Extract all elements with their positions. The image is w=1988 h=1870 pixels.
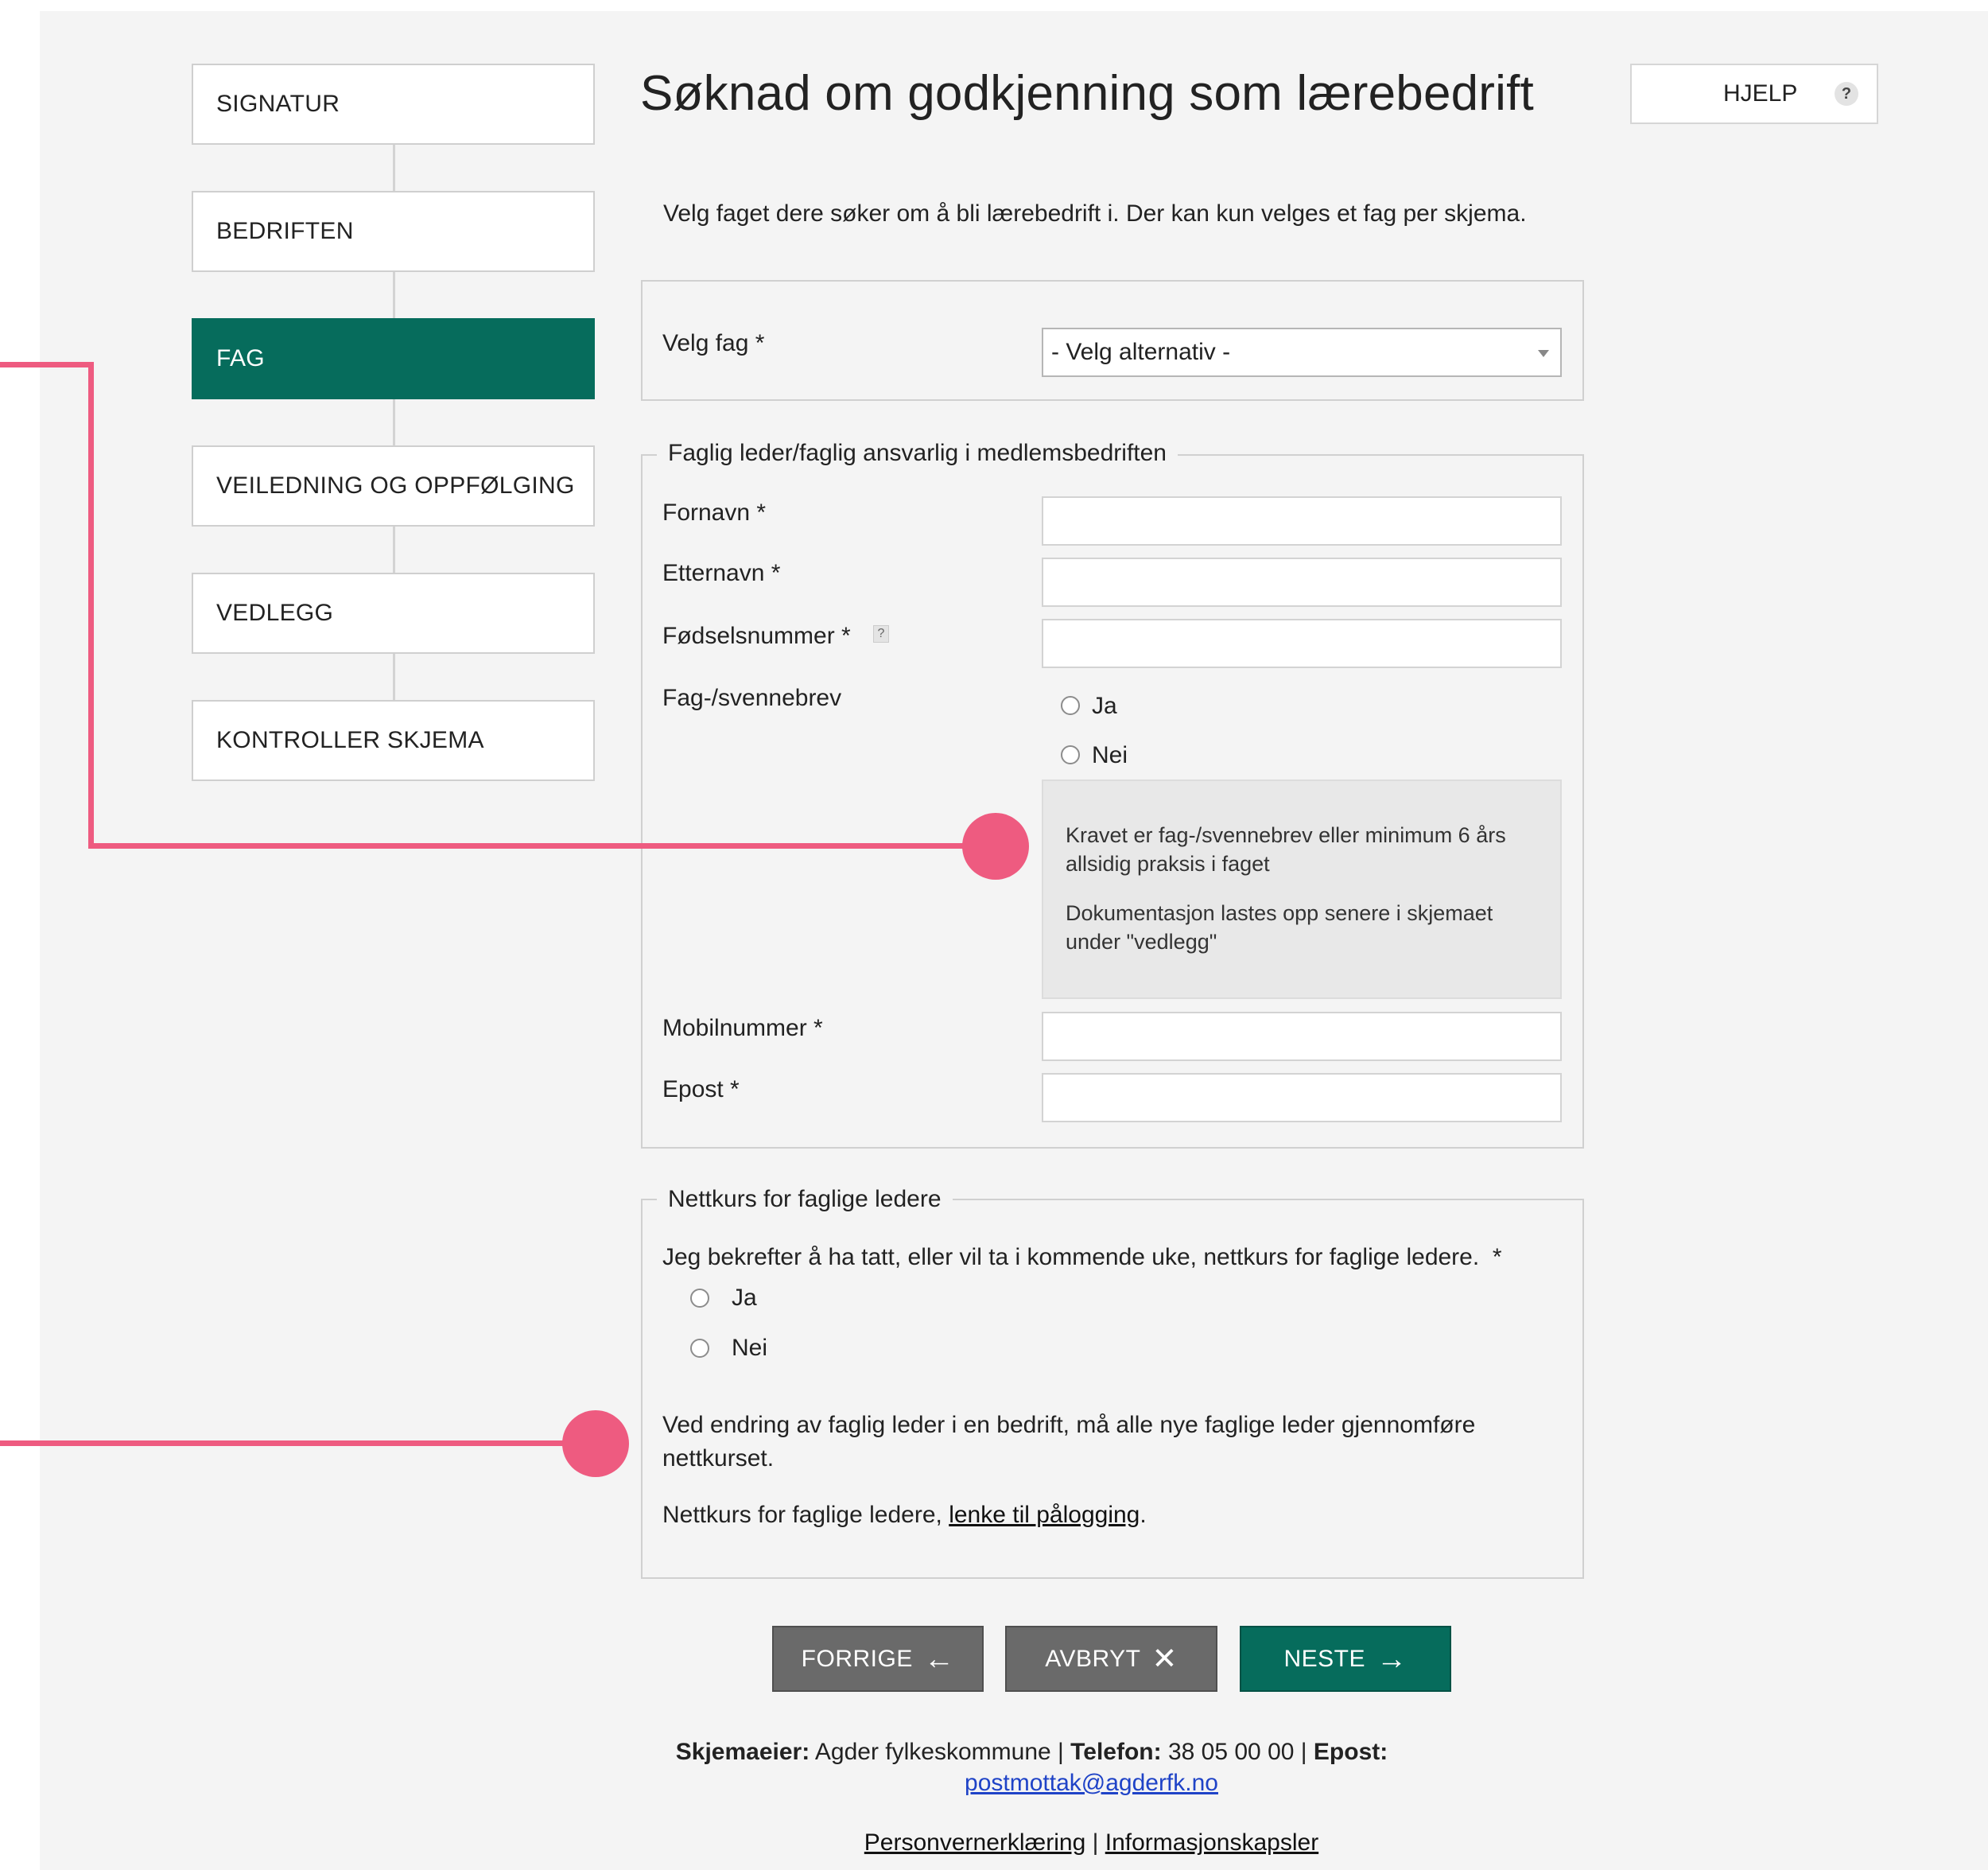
footer-phone-value: 38 05 00 00: [1167, 1739, 1295, 1765]
course-radio-ja[interactable]: [690, 1289, 709, 1308]
course-link-suffix: .: [1140, 1502, 1147, 1528]
step-connector: [393, 527, 395, 573]
course-radio-nei[interactable]: [690, 1339, 709, 1358]
question-icon: ?: [1835, 82, 1858, 106]
epost-label: Epost *: [662, 1076, 740, 1102]
fag-select-value: - Velg alternativ -: [1051, 339, 1231, 365]
fag-select[interactable]: - Velg alternativ -: [1042, 328, 1562, 377]
step-fag[interactable]: FAG: [192, 318, 595, 399]
fodselsnummer-field[interactable]: [1042, 619, 1562, 668]
page-title: Søknad om godkjenning som lærebedrift: [640, 66, 1534, 121]
fornavn-label: Fornavn *: [662, 500, 767, 526]
next-button-label: NESTE: [1283, 1645, 1366, 1672]
privacy-link[interactable]: Personvernerklæring: [864, 1829, 1085, 1856]
mobil-field[interactable]: [1042, 1012, 1562, 1061]
step-bedriften[interactable]: BEDRIFTEN: [192, 191, 595, 272]
arrow-right-icon: →: [1376, 1642, 1408, 1676]
footer-owner-value: Agder fylkeskommune: [814, 1739, 1051, 1765]
annotation-marker: [562, 1410, 629, 1477]
previous-button-label: FORRIGE: [801, 1645, 913, 1672]
annotation-line: [0, 1440, 573, 1446]
fag-select-label: Velg fag *: [662, 330, 765, 356]
step-connector: [393, 145, 395, 191]
course-link-prefix: Nettkurs for faglige ledere,: [662, 1502, 949, 1528]
step-connector: [393, 654, 395, 700]
svennebrev-info-box: Kravet er fag-/svennebrev eller minimum …: [1042, 779, 1562, 999]
fodselsnummer-label: Fødselsnummer *: [662, 623, 851, 649]
svennebrev-radio-ja[interactable]: [1061, 696, 1080, 715]
fornavn-field[interactable]: [1042, 496, 1562, 546]
course-ja-label: Ja: [732, 1285, 757, 1311]
svennebrev-label: Fag-/svennebrev: [662, 685, 842, 711]
close-icon: ✕: [1151, 1642, 1178, 1676]
footer-email-label: Epost:: [1313, 1739, 1388, 1765]
info-documentation: Dokumentasjon lastes opp senere i skjema…: [1066, 901, 1493, 954]
step-signatur[interactable]: SIGNATUR: [192, 64, 595, 145]
footer-separator: |: [1092, 1829, 1099, 1856]
cookies-link[interactable]: Informasjonskapsler: [1105, 1829, 1318, 1856]
footer-separator: |: [1300, 1739, 1307, 1765]
course-nei-label: Nei: [732, 1335, 768, 1361]
footer-links: Personvernerklæring | Informasjonskapsle…: [0, 1829, 1988, 1856]
footer-email-link[interactable]: postmottak@agderfk.no: [965, 1770, 1218, 1796]
footer-email-line: postmottak@agderfk.no: [0, 1770, 1988, 1797]
chevron-down-icon: [1538, 350, 1549, 357]
step-kontroller[interactable]: KONTROLLER SKJEMA: [192, 700, 595, 781]
svennebrev-nei-label: Nei: [1092, 742, 1128, 768]
footer-contact: Skjemaeier: Agder fylkeskommune | Telefo…: [0, 1739, 1988, 1766]
step-vedlegg[interactable]: VEDLEGG: [192, 573, 595, 654]
course-link-line: Nettkurs for faglige ledere, lenke til p…: [662, 1499, 1147, 1532]
annotation-marker: [962, 813, 1029, 880]
footer-separator: |: [1058, 1739, 1064, 1765]
help-button-label: HJELP: [1723, 80, 1798, 107]
cancel-button-label: AVBRYT: [1045, 1645, 1141, 1672]
leader-section-legend: Faglig leder/faglig ansvarlig i medlemsb…: [657, 440, 1178, 467]
etternavn-field[interactable]: [1042, 558, 1562, 607]
course-confirm-text: Jeg bekrefter å ha tatt, eller vil ta i …: [662, 1244, 1502, 1270]
arrow-left-icon: ←: [923, 1642, 955, 1676]
epost-field[interactable]: [1042, 1073, 1562, 1122]
svennebrev-radio-nei[interactable]: [1061, 745, 1080, 764]
etternavn-label: Etternavn *: [662, 560, 781, 586]
annotation-line: [0, 362, 94, 367]
mobil-label: Mobilnummer *: [662, 1015, 823, 1041]
info-requirement: Kravet er fag-/svennebrev eller minimum …: [1066, 823, 1506, 876]
intro-text: Velg faget dere søker om å bli lærebedri…: [663, 200, 1527, 227]
footer-owner-label: Skjemaeier:: [675, 1739, 810, 1765]
course-change-text: Ved endring av faglig leder i en bedrift…: [662, 1412, 1476, 1472]
step-veiledning[interactable]: VEILEDNING OG OPPFØLGING: [192, 445, 595, 527]
cancel-button[interactable]: AVBRYT ✕: [1005, 1626, 1217, 1692]
step-connector: [393, 272, 395, 318]
svennebrev-ja-label: Ja: [1092, 693, 1117, 719]
course-login-link[interactable]: lenke til pålogging: [949, 1502, 1140, 1528]
course-section-legend: Nettkurs for faglige ledere: [657, 1186, 953, 1213]
previous-button[interactable]: FORRIGE ←: [772, 1626, 984, 1692]
annotation-line: [88, 843, 1003, 849]
help-button[interactable]: HJELP ?: [1630, 64, 1878, 124]
annotation-line: [88, 362, 94, 849]
next-button[interactable]: NESTE →: [1240, 1626, 1451, 1692]
help-icon[interactable]: ?: [873, 625, 889, 643]
footer-phone-label: Telefon:: [1070, 1739, 1162, 1765]
step-connector: [393, 399, 395, 445]
